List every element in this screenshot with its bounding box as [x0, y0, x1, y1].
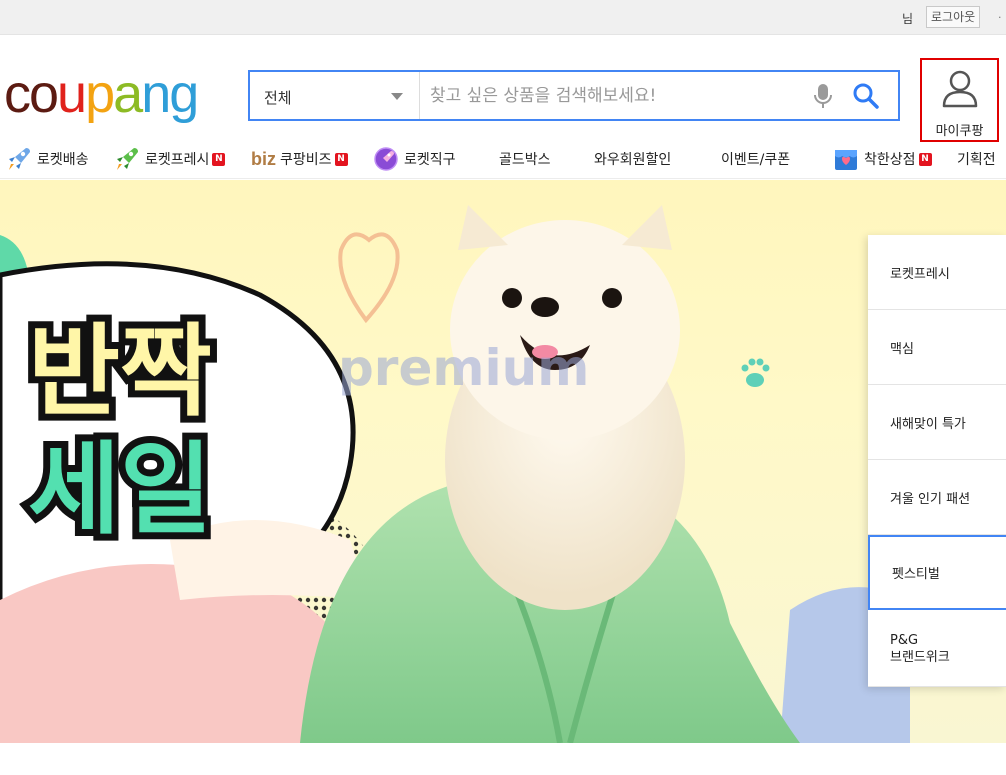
- nav-item-gold-box[interactable]: 골드박스: [499, 141, 551, 177]
- side-menu-label: 펫스티벌: [892, 567, 940, 582]
- side-menu-item-new-year-sale[interactable]: 새해맞이 특가: [868, 385, 1006, 460]
- banner-side-menu: 로켓프레시 맥심 새해맞이 특가 겨울 인기 패션 펫스티벌 P&G 브랜드위크: [868, 235, 1006, 687]
- premium-watermark: premium: [338, 339, 589, 397]
- nav-item-label: 기획전: [957, 152, 996, 168]
- side-menu-item-petstival[interactable]: 펫스티벌: [868, 535, 1006, 610]
- user-greeting-suffix: 님: [902, 12, 914, 26]
- search-category-select[interactable]: 전체: [250, 72, 420, 119]
- headline-line2: 세일: [28, 431, 212, 548]
- side-menu-label: 겨울 인기 패션: [890, 491, 971, 507]
- side-menu-label: 맥심: [890, 341, 914, 357]
- topbar-overflow-marker: .: [998, 8, 1002, 21]
- search-bar: 전체: [248, 70, 900, 121]
- side-menu-item-winter-fashion[interactable]: 겨울 인기 패션: [868, 460, 1006, 535]
- side-menu-item-maxim[interactable]: 맥심: [868, 310, 1006, 385]
- nav-item-label: 이벤트/쿠폰: [721, 152, 791, 168]
- nav-item-label: 와우회원할인: [594, 152, 672, 168]
- biz-logo: biz: [251, 148, 276, 169]
- nav-item-wow-member-discount[interactable]: 와우회원할인: [594, 141, 671, 177]
- nav-item-coupang-biz[interactable]: biz 쿠팡비즈 N: [251, 141, 348, 177]
- nav-item-label: 로켓배송: [37, 152, 89, 168]
- side-menu-item-pg-brand-week[interactable]: P&G 브랜드위크: [868, 612, 1006, 687]
- microphone-icon[interactable]: [812, 83, 834, 109]
- nav-item-label: 로켓직구: [404, 152, 456, 168]
- nav-item-rocket-global[interactable]: 로켓직구: [373, 141, 456, 177]
- my-coupang-button[interactable]: 마이쿠팡: [920, 58, 999, 142]
- new-badge: N: [334, 152, 348, 166]
- side-menu-item-rocket-fresh[interactable]: 로켓프레시: [868, 235, 1006, 310]
- category-nav: 로켓배송 로켓프레시 N biz 쿠팡비즈 N 로켓직구 골드박스 와우회원할인: [0, 141, 1006, 179]
- side-menu-label: P&G 브랜드위크: [890, 633, 950, 665]
- chevron-down-icon: [391, 93, 403, 100]
- new-badge: N: [212, 152, 226, 166]
- headline-line1: 반짝: [28, 313, 212, 430]
- nav-item-events-coupons[interactable]: 이벤트/쿠폰: [721, 141, 790, 177]
- search-category-label: 전체: [264, 89, 292, 107]
- new-badge: N: [918, 152, 932, 166]
- top-utility-bar: 님 로그아웃 .: [0, 0, 1006, 35]
- my-coupang-label: 마이쿠팡: [935, 124, 984, 139]
- nav-item-label: 로켓프레시: [145, 152, 210, 168]
- side-menu-label: 로켓프레시: [890, 266, 950, 282]
- nav-item-rocket-fresh[interactable]: 로켓프레시 N: [114, 141, 226, 177]
- nav-item-label: 착한상점: [864, 152, 916, 168]
- nav-item-rocket-delivery[interactable]: 로켓배송: [6, 141, 89, 177]
- nav-item-label: 골드박스: [499, 152, 551, 168]
- coupang-logo[interactable]: coupang: [4, 62, 199, 126]
- nav-item-label: 쿠팡비즈: [280, 152, 332, 168]
- hero-banner[interactable]: 반짝 반짝 세일 세일 premium: [0, 180, 1006, 743]
- rocket-fresh-icon: [117, 148, 138, 170]
- nav-item-good-store[interactable]: 착한상점 N: [833, 141, 932, 177]
- globe-rocket-icon: [374, 147, 398, 171]
- nav-item-special-exhibition[interactable]: 기획전: [957, 141, 996, 177]
- banner-artwork: 반짝 반짝 세일 세일 premium: [0, 205, 910, 743]
- search-input[interactable]: [430, 80, 800, 112]
- logout-button[interactable]: 로그아웃: [926, 6, 981, 28]
- rocket-icon: [9, 148, 30, 170]
- store-icon: [835, 150, 857, 170]
- person-icon: [942, 70, 978, 108]
- search-icon[interactable]: [852, 82, 880, 110]
- side-menu-label: 새해맞이 특가: [890, 416, 966, 432]
